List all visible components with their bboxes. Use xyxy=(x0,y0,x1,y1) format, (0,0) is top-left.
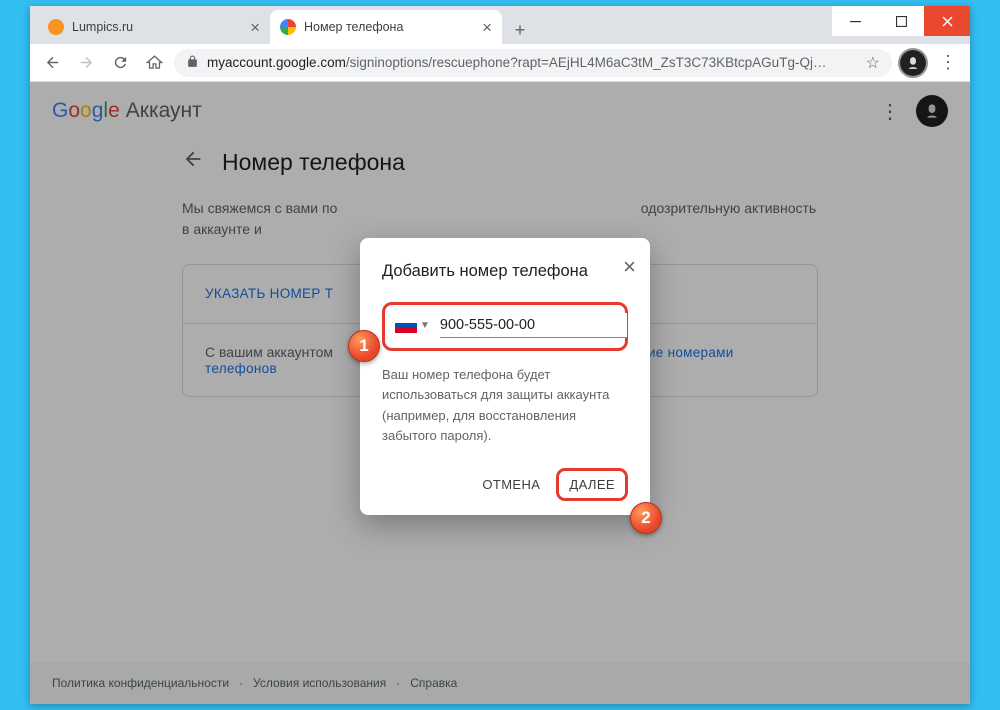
modal-helper-text: Ваш номер телефона будет использоваться … xyxy=(382,365,628,446)
close-modal-icon[interactable]: × xyxy=(623,254,636,280)
window-controls xyxy=(832,6,970,36)
browser-menu-button[interactable]: ⋮ xyxy=(934,49,962,77)
phone-number-input[interactable] xyxy=(440,313,627,338)
address-bar[interactable]: myaccount.google.com/signinoptions/rescu… xyxy=(174,49,892,77)
favicon-icon xyxy=(48,19,64,35)
modal-actions: ОТМЕНА ДАЛЕЕ xyxy=(382,468,628,501)
annotation-badge-2: 2 xyxy=(630,502,662,534)
new-tab-button[interactable]: + xyxy=(506,16,534,44)
reload-button[interactable] xyxy=(106,49,134,77)
cancel-button[interactable]: ОТМЕНА xyxy=(472,469,550,500)
close-tab-icon[interactable]: × xyxy=(250,19,260,36)
home-button[interactable] xyxy=(140,49,168,77)
browser-window: Lumpics.ru × Номер телефона × + myaccoun… xyxy=(30,6,970,704)
lock-icon xyxy=(186,55,199,71)
annotation-badge-1: 1 xyxy=(348,330,380,362)
back-button[interactable] xyxy=(38,49,66,77)
bookmark-star-icon[interactable]: ☆ xyxy=(866,53,880,73)
tab-title: Lumpics.ru xyxy=(72,20,133,34)
tab-strip: Lumpics.ru × Номер телефона × + xyxy=(30,6,970,44)
profile-avatar[interactable] xyxy=(900,50,926,76)
next-button[interactable]: ДАЛЕЕ xyxy=(556,468,628,501)
maximize-button[interactable] xyxy=(878,6,924,36)
tab-lumpics[interactable]: Lumpics.ru × xyxy=(38,10,270,44)
add-phone-modal: Добавить номер телефона × ▼ Ваш номер те… xyxy=(360,238,650,515)
minimize-button[interactable] xyxy=(832,6,878,36)
google-favicon-icon xyxy=(280,19,296,35)
country-selector[interactable]: ▼ xyxy=(395,319,430,333)
tab-title: Номер телефона xyxy=(304,20,403,34)
close-window-button[interactable] xyxy=(924,6,970,36)
phone-input-row: ▼ xyxy=(382,302,628,351)
profile-avatar-ring xyxy=(898,48,928,78)
russia-flag-icon xyxy=(395,319,417,333)
browser-toolbar: myaccount.google.com/signinoptions/rescu… xyxy=(30,44,970,82)
close-tab-icon[interactable]: × xyxy=(482,19,492,36)
tab-phone-number[interactable]: Номер телефона × xyxy=(270,10,502,44)
forward-button[interactable] xyxy=(72,49,100,77)
url-text: myaccount.google.com/signinoptions/rescu… xyxy=(207,55,826,70)
modal-title: Добавить номер телефона xyxy=(382,260,628,282)
dropdown-caret-icon: ▼ xyxy=(420,320,430,331)
